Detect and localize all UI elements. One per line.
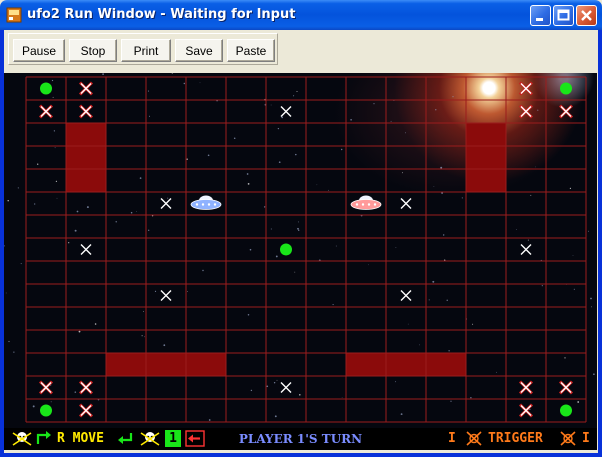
- wall-block-0: [66, 123, 106, 192]
- x-marker: [160, 198, 172, 209]
- x-marker: [280, 106, 292, 117]
- green-orb: [560, 82, 572, 95]
- wall-block-2: [106, 353, 226, 376]
- window-frame-bottom: [0, 453, 602, 457]
- red-x-marker: [78, 380, 94, 395]
- green-orb: [40, 82, 52, 95]
- x-marker: [400, 290, 412, 301]
- print-button[interactable]: Print: [121, 39, 171, 62]
- red-x-marker: [518, 104, 534, 119]
- x-marker: [80, 244, 92, 255]
- red-x-marker: [78, 81, 94, 96]
- window-title: ufo2 Run Window - Waiting for Input: [27, 7, 296, 22]
- trigger-bracket-right: I: [582, 431, 590, 446]
- x-marker: [280, 382, 292, 393]
- red-x-marker: [518, 81, 534, 96]
- ufo-player-1: [190, 195, 222, 210]
- pause-button[interactable]: Pause: [13, 39, 65, 62]
- red-x-marker: [518, 380, 534, 395]
- x-marker: [160, 290, 172, 301]
- red-x-marker: [78, 403, 94, 418]
- red-x-marker: [38, 104, 54, 119]
- green-orb: [560, 404, 572, 417]
- ufo-player-2: [350, 195, 382, 210]
- green-orb: [280, 243, 292, 256]
- minimize-button[interactable]: [530, 5, 551, 26]
- close-icon: [581, 10, 592, 21]
- status-bar: R MOVE 1 PLAYER 1'S TURN I TRIGGER I: [4, 428, 597, 450]
- close-button[interactable]: [576, 5, 597, 26]
- crossed-target-icon: [466, 431, 482, 446]
- red-x-marker: [78, 104, 94, 119]
- x-marker: [400, 198, 412, 209]
- window-frame-right: [598, 30, 602, 457]
- crossed-target-icon-2: [560, 431, 576, 446]
- wall-block-3: [346, 353, 466, 376]
- toolbar: Pause Stop Print Save Paste: [4, 30, 598, 68]
- title-bar[interactable]: ufo2 Run Window - Waiting for Input: [0, 0, 602, 30]
- maximize-button[interactable]: [553, 5, 574, 26]
- game-board[interactable]: [4, 73, 597, 428]
- red-x-marker: [38, 380, 54, 395]
- game-grid[interactable]: [4, 73, 597, 428]
- green-orb: [40, 404, 52, 417]
- app-icon: [6, 7, 22, 23]
- red-x-marker: [518, 403, 534, 418]
- save-button[interactable]: Save: [175, 39, 223, 62]
- trigger-bracket-left: I: [448, 431, 456, 446]
- toolbar-button-group: Pause Stop Print Save Paste: [8, 33, 278, 65]
- trigger-label: TRIGGER: [488, 431, 543, 446]
- stop-button[interactable]: Stop: [69, 39, 117, 62]
- red-x-marker: [558, 104, 574, 119]
- minimize-icon: [536, 18, 543, 21]
- x-marker: [520, 244, 532, 255]
- maximize-icon: [557, 9, 570, 21]
- red-x-marker: [558, 380, 574, 395]
- wall-block-1: [466, 123, 506, 192]
- paste-button[interactable]: Paste: [227, 39, 275, 62]
